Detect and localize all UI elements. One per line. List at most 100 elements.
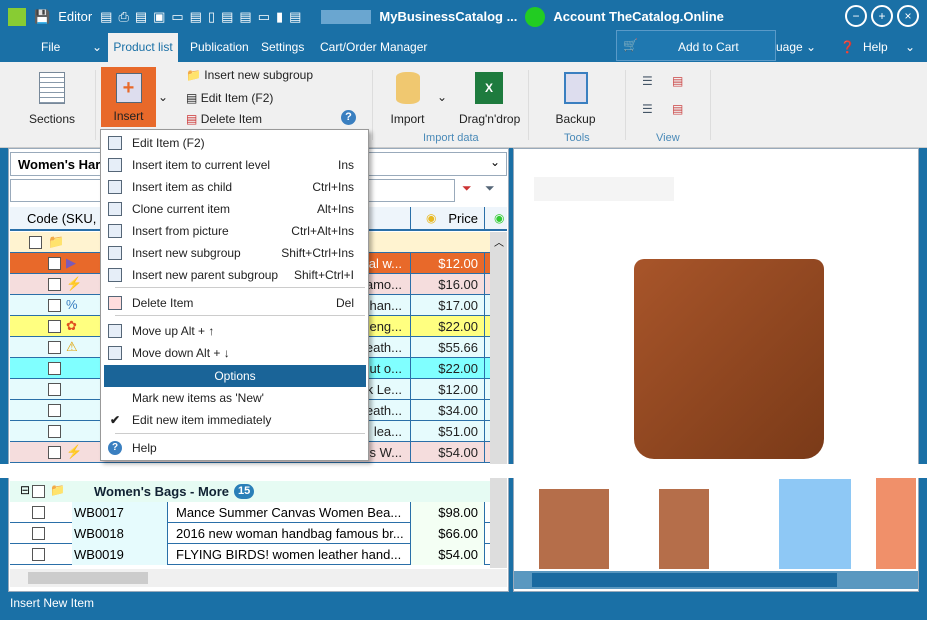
insert-dropdown-menu: Edit Item (F2) Insert item to current lev…	[100, 129, 369, 461]
delete-item-button[interactable]: ▤ Delete Item	[186, 112, 262, 126]
table-row[interactable]: WB0017 Mance Summer Canvas Women Bea... …	[10, 502, 490, 523]
menu-item-move-down[interactable]: Move down Alt + ↓	[101, 342, 368, 364]
insert-dropdown-chevron-icon[interactable]: ⌄	[158, 90, 168, 104]
folder-icon: 📁	[48, 234, 65, 249]
app-logo-icon	[8, 7, 26, 26]
group-row[interactable]: ⊟ 📁 Women's Bags - More 15	[10, 481, 490, 502]
checkbox[interactable]	[48, 362, 61, 375]
expand-all-icon[interactable]: ☰	[642, 74, 653, 88]
insert-subgroup-button[interactable]: 📁 Insert new subgroup	[186, 68, 313, 82]
tab-product-list[interactable]: Product list	[108, 33, 178, 62]
column-header-price[interactable]: ◉ Price	[410, 207, 485, 229]
collapse-icon[interactable]: ⊟	[20, 483, 30, 497]
lightning-icon: ⚡	[66, 276, 83, 291]
menu-item-clone-item[interactable]: Clone current item Alt+Ins	[101, 198, 368, 220]
delete-icon: ▤	[186, 112, 198, 126]
table-row[interactable]: WB0018 2016 new woman handbag famous br.…	[10, 523, 490, 544]
maximize-icon[interactable]: +	[871, 5, 893, 27]
checkbox[interactable]	[48, 404, 61, 417]
chevron-down-icon[interactable]: ⌄	[806, 33, 816, 62]
help-icon[interactable]: ?	[341, 110, 356, 125]
editor-menu[interactable]: Editor	[58, 9, 92, 24]
menu-item-edit-item[interactable]: Edit Item (F2)	[101, 132, 368, 154]
menu-item-edit-new-immediately[interactable]: ✔ Edit new item immediately	[101, 409, 368, 431]
database-icon	[395, 72, 420, 104]
cell-description: FLYING BIRDS! women leather hand...	[167, 544, 410, 565]
checkbox[interactable]	[32, 485, 45, 498]
blurred-name	[321, 9, 372, 24]
checkbox[interactable]	[48, 299, 61, 312]
title-bar: 💾 Editor ▤⎙▤▣▭▤▯▤▤▭▮▤ MyBusinessCatalog …	[0, 0, 927, 33]
table-row[interactable]: WB0019 FLYING BIRDS! women leather hand.…	[10, 544, 490, 565]
cell-price: $51.00	[410, 421, 485, 442]
vertical-scrollbar[interactable]: ︿	[490, 232, 507, 568]
menu-item-insert-as-child[interactable]: Insert item as child Ctrl+Ins	[101, 176, 368, 198]
insert-current-level-icon	[108, 158, 122, 172]
language-menu[interactable]: uage	[776, 33, 803, 62]
clear-filter-icon[interactable]: ⏷	[462, 181, 472, 196]
import-dropdown-chevron-icon[interactable]: ⌄	[437, 90, 447, 104]
cell-description: 2016 new woman handbag famous br...	[167, 523, 410, 544]
sections-button[interactable]: Sections	[22, 72, 82, 126]
menu-item-move-up[interactable]: Move up Alt + ↑	[101, 320, 368, 342]
flag-icon: ▶	[66, 255, 76, 270]
chevron-down-icon[interactable]: ⌄	[905, 33, 915, 62]
edit-item-button[interactable]: ▤ Edit Item (F2)	[186, 91, 273, 105]
horizontal-scrollbar[interactable]	[10, 569, 507, 587]
insert-button[interactable]: + Insert	[101, 67, 156, 127]
warning-icon: ⚠	[66, 339, 78, 354]
thumbnail-image[interactable]	[876, 474, 916, 569]
checkbox[interactable]	[32, 527, 45, 540]
view-icon[interactable]: ▤	[672, 74, 683, 88]
sections-icon	[39, 72, 65, 104]
tab-file[interactable]: File	[41, 33, 60, 62]
checkbox[interactable]	[48, 278, 61, 291]
import-button[interactable]: Import	[385, 72, 430, 126]
help-icon: ?	[108, 441, 122, 455]
minimize-icon[interactable]: −	[845, 5, 867, 27]
cell-description: Mance Summer Canvas Women Bea...	[167, 502, 410, 523]
thumbnail-scrollbar[interactable]	[514, 571, 918, 589]
menu-item-delete-item[interactable]: Delete Item Del	[101, 292, 368, 314]
checkmark-icon: ✔	[110, 413, 121, 427]
menu-item-insert-current-level[interactable]: Insert item to current level Ins	[101, 154, 368, 176]
chevron-down-icon[interactable]: ⌄	[92, 33, 102, 62]
toolbar-icons[interactable]: ▤⎙▤▣▭▤▯▤▤▭▮▤	[100, 9, 307, 25]
checkbox[interactable]	[32, 548, 45, 561]
collapse-all-icon[interactable]: ☰	[642, 102, 653, 116]
tab-publication[interactable]: Publication	[190, 33, 249, 62]
checkbox[interactable]	[29, 236, 42, 249]
checkbox[interactable]	[48, 320, 61, 333]
group-label-view: View	[656, 132, 680, 144]
menu-item-insert-parent-subgroup[interactable]: Insert new parent subgroup Shift+Ctrl+I	[101, 264, 368, 286]
menu-item-mark-new[interactable]: Mark new items as 'New'	[101, 387, 368, 409]
filter-icon[interactable]: ⏷	[485, 181, 495, 196]
checkbox[interactable]	[48, 257, 61, 270]
view-alt-icon[interactable]: ▤	[672, 102, 683, 116]
help-menu[interactable]: Help	[863, 33, 888, 62]
backup-button[interactable]: Backup	[553, 72, 598, 126]
help-icon[interactable]: ❓	[840, 33, 855, 62]
menu-item-insert-from-picture[interactable]: Insert from picture Ctrl+Alt+Ins	[101, 220, 368, 242]
checkbox[interactable]	[48, 383, 61, 396]
menu-item-insert-subgroup[interactable]: Insert new subgroup Shift+Ctrl+Ins	[101, 242, 368, 264]
thumbnail-image[interactable]	[659, 489, 709, 569]
add-to-cart-button[interactable]: 🛒 Add to Cart	[616, 30, 776, 61]
checkbox[interactable]	[48, 446, 61, 459]
catalog-name: MyBusinessCatalog ...	[379, 9, 518, 24]
count-badge: 15	[234, 484, 255, 499]
column-header-code[interactable]: Code (SKU,	[27, 211, 96, 226]
dragdrop-button[interactable]: X Drag'n'drop	[459, 72, 520, 126]
cell-price: $54.00	[410, 544, 485, 565]
close-icon[interactable]: ×	[897, 5, 919, 27]
checkbox[interactable]	[48, 425, 61, 438]
tab-cart-order-manager[interactable]: Cart/Order Manager	[320, 33, 427, 62]
checkbox[interactable]	[32, 506, 45, 519]
account-label[interactable]: Account TheCatalog.Online	[553, 9, 723, 24]
checkbox[interactable]	[48, 341, 61, 354]
thumbnail-image[interactable]	[539, 489, 609, 569]
menu-item-help[interactable]: ? Help	[101, 437, 368, 459]
document-icon[interactable]	[779, 479, 851, 569]
tab-settings[interactable]: Settings	[261, 33, 304, 62]
save-icon[interactable]: 💾	[34, 9, 50, 25]
